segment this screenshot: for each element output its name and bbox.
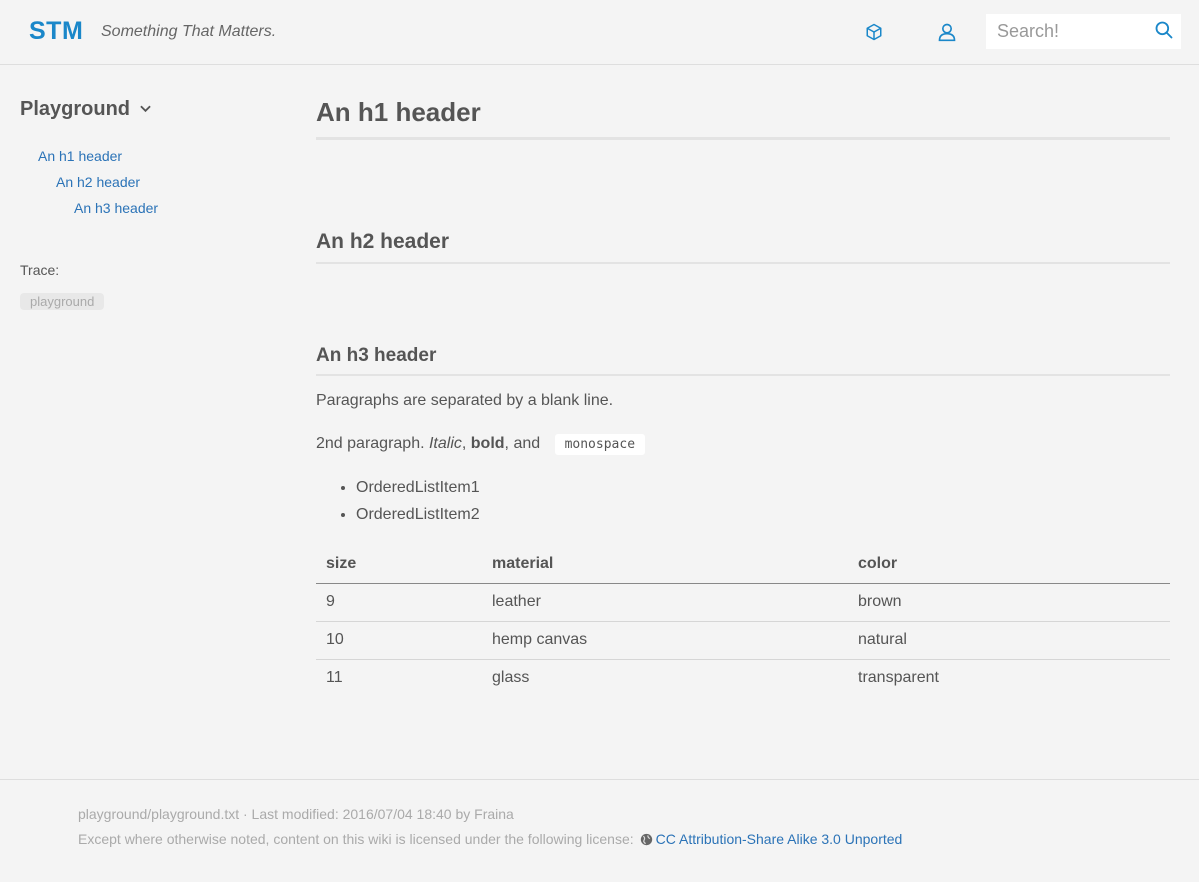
page-meta: playground/playground.txt · Last modifie… bbox=[78, 806, 514, 822]
bullet-list: OrderedListItem1 OrderedListItem2 bbox=[316, 476, 480, 530]
column-header-color: color bbox=[848, 546, 1170, 584]
table-cell: 11 bbox=[326, 669, 343, 687]
paragraph-text: , bbox=[461, 435, 471, 452]
paragraph-text: , and bbox=[504, 435, 545, 452]
sidebar: Playground An h1 header An h2 header An … bbox=[20, 97, 280, 310]
table-cell: natural bbox=[848, 621, 1170, 660]
table-cell: transparent bbox=[858, 669, 939, 687]
license-link[interactable]: CC Attribution-Share Alike 3.0 Unported bbox=[656, 831, 903, 847]
list-item: OrderedListItem2 bbox=[356, 503, 480, 530]
table-cell: glass bbox=[492, 669, 530, 687]
toc-title: Playground bbox=[20, 97, 131, 120]
search-icon bbox=[1154, 20, 1174, 45]
search-input[interactable] bbox=[986, 14, 1146, 49]
search-form bbox=[986, 14, 1181, 49]
toc-item: An h2 header bbox=[20, 172, 158, 198]
table-cell: brown bbox=[848, 583, 1170, 622]
table-row: 10 hemp canvas natural bbox=[316, 621, 1170, 660]
paragraph: Paragraphs are separated by a blank line… bbox=[316, 392, 614, 409]
bold-text: bold bbox=[470, 435, 505, 452]
table-cell: 9 bbox=[316, 583, 482, 622]
italic-text: Italic bbox=[428, 435, 462, 452]
list-item: OrderedListItem1 bbox=[356, 476, 480, 503]
user-icon bbox=[937, 22, 957, 42]
cube-icon bbox=[865, 23, 883, 41]
toc-item: An h3 header bbox=[20, 198, 158, 224]
column-header-material: material bbox=[482, 546, 848, 584]
table-of-contents: An h1 header An h2 header An h3 header bbox=[20, 146, 158, 224]
paragraph-text: 2nd paragraph. bbox=[316, 435, 429, 452]
table-cell: leather bbox=[482, 583, 848, 622]
table-header-row: size material color bbox=[316, 546, 1170, 584]
toc-toggle[interactable]: Playground bbox=[20, 97, 280, 121]
paragraph: 2nd paragraph. Italic, bold, and monospa… bbox=[316, 434, 646, 455]
column-header-size: size bbox=[316, 546, 482, 584]
toc-link-h1[interactable]: An h1 header bbox=[38, 148, 122, 164]
toc-link-h2[interactable]: An h2 header bbox=[56, 174, 140, 190]
table-cell: hemp canvas bbox=[482, 621, 848, 660]
license-text: Except where otherwise noted, content on… bbox=[78, 831, 634, 847]
footer: playground/playground.txt · Last modifie… bbox=[0, 779, 1199, 882]
site-logo[interactable]: STM bbox=[29, 17, 83, 46]
chevron-down-icon bbox=[140, 105, 151, 113]
monospace-text: monospace bbox=[554, 434, 646, 455]
toc-link-h3[interactable]: An h3 header bbox=[74, 200, 158, 216]
heading-h2: An h2 header bbox=[316, 229, 1170, 264]
site-tagline: Something That Matters. bbox=[101, 23, 277, 40]
search-button[interactable] bbox=[1153, 21, 1175, 43]
trace-label: Trace: bbox=[20, 262, 60, 278]
heading-h3: An h3 header bbox=[316, 344, 1170, 376]
table-cell: 10 bbox=[316, 621, 482, 660]
data-table: size material color 9 leather brown 10 h… bbox=[316, 546, 1170, 697]
globe-icon bbox=[640, 833, 653, 846]
table-row: 9 leather brown bbox=[316, 583, 1170, 622]
license-notice: Except where otherwise noted, content on… bbox=[78, 831, 902, 847]
table-row: 11 glass transparent bbox=[316, 659, 1170, 697]
user-login-button[interactable] bbox=[935, 20, 959, 44]
top-bar: STM Something That Matters. bbox=[0, 0, 1199, 65]
trace-item-playground[interactable]: playground bbox=[20, 293, 105, 310]
toc-item: An h1 header bbox=[20, 146, 158, 172]
media-manager-button[interactable] bbox=[862, 20, 886, 44]
heading-h1: An h1 header bbox=[316, 96, 1170, 140]
